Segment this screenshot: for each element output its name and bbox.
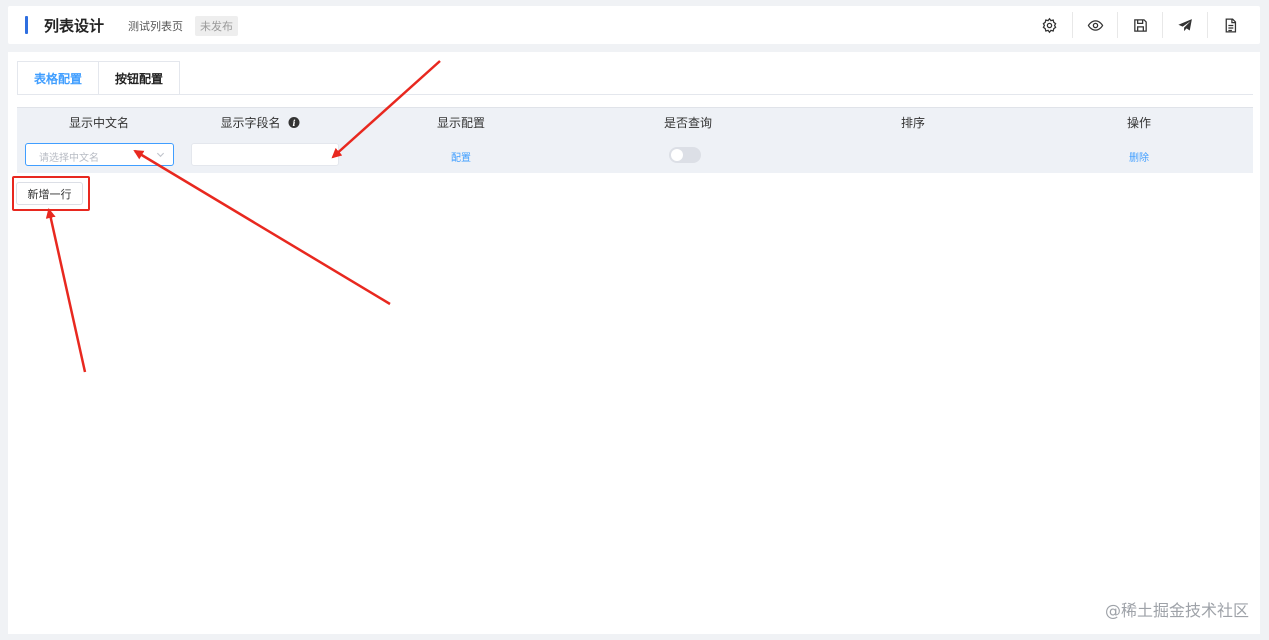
add-row-button[interactable]: 新增一行 [16,182,83,205]
query-toggle[interactable] [669,147,701,163]
main-panel: 表格配置 按钮配置 显示中文名 显示字段名 i 显示配置 是否查询 排序 操作 … [8,52,1260,634]
column-header-field-name: 显示字段名 i [220,114,300,131]
field-name-input[interactable] [191,143,339,166]
gear-icon [1042,17,1057,33]
column-header-query: 是否查询 [663,116,713,130]
config-tabs: 表格配置 按钮配置 [17,61,181,95]
column-header-display-name: 显示中文名 [68,116,130,130]
document-button[interactable] [1207,12,1252,38]
toolbar [1027,12,1252,38]
eye-icon [1087,19,1103,31]
publish-button[interactable] [1162,12,1207,38]
page-title: 列表设计 [44,17,105,35]
display-name-placeholder: 请选择中文名 [39,153,99,164]
column-header-sort: 排序 [900,116,926,130]
tab-button-config[interactable]: 按钮配置 [99,61,181,95]
save-icon [1133,18,1147,32]
tabs-divider [17,94,1253,95]
chevron-down-icon [156,152,165,158]
status-badge: 未发布 [195,16,238,36]
display-name-select[interactable]: 请选择中文名 [25,143,174,166]
delete-link[interactable]: 删除 [1129,149,1149,164]
column-header-field-name-label: 显示字段名 [220,116,281,130]
info-icon[interactable]: i [288,117,300,128]
top-bar: 列表设计 测试列表页 未发布 [8,6,1260,44]
column-header-display-config: 显示配置 [436,116,486,130]
watermark: @稀土掘金技术社区 [1104,601,1249,620]
save-button[interactable] [1117,12,1162,38]
config-link[interactable]: 配置 [451,149,471,164]
document-icon [1225,17,1236,33]
toggle-knob [671,149,683,161]
send-icon [1177,18,1192,31]
column-header-actions: 操作 [1126,116,1152,130]
page-subtitle: 测试列表页 [128,20,183,33]
preview-button[interactable] [1072,12,1117,38]
title-accent-bar [25,16,28,34]
settings-button[interactable] [1027,12,1072,38]
tab-table-config[interactable]: 表格配置 [17,61,100,95]
config-table: 显示中文名 显示字段名 i 显示配置 是否查询 排序 操作 请选择中文名 配置 … [17,107,1253,173]
